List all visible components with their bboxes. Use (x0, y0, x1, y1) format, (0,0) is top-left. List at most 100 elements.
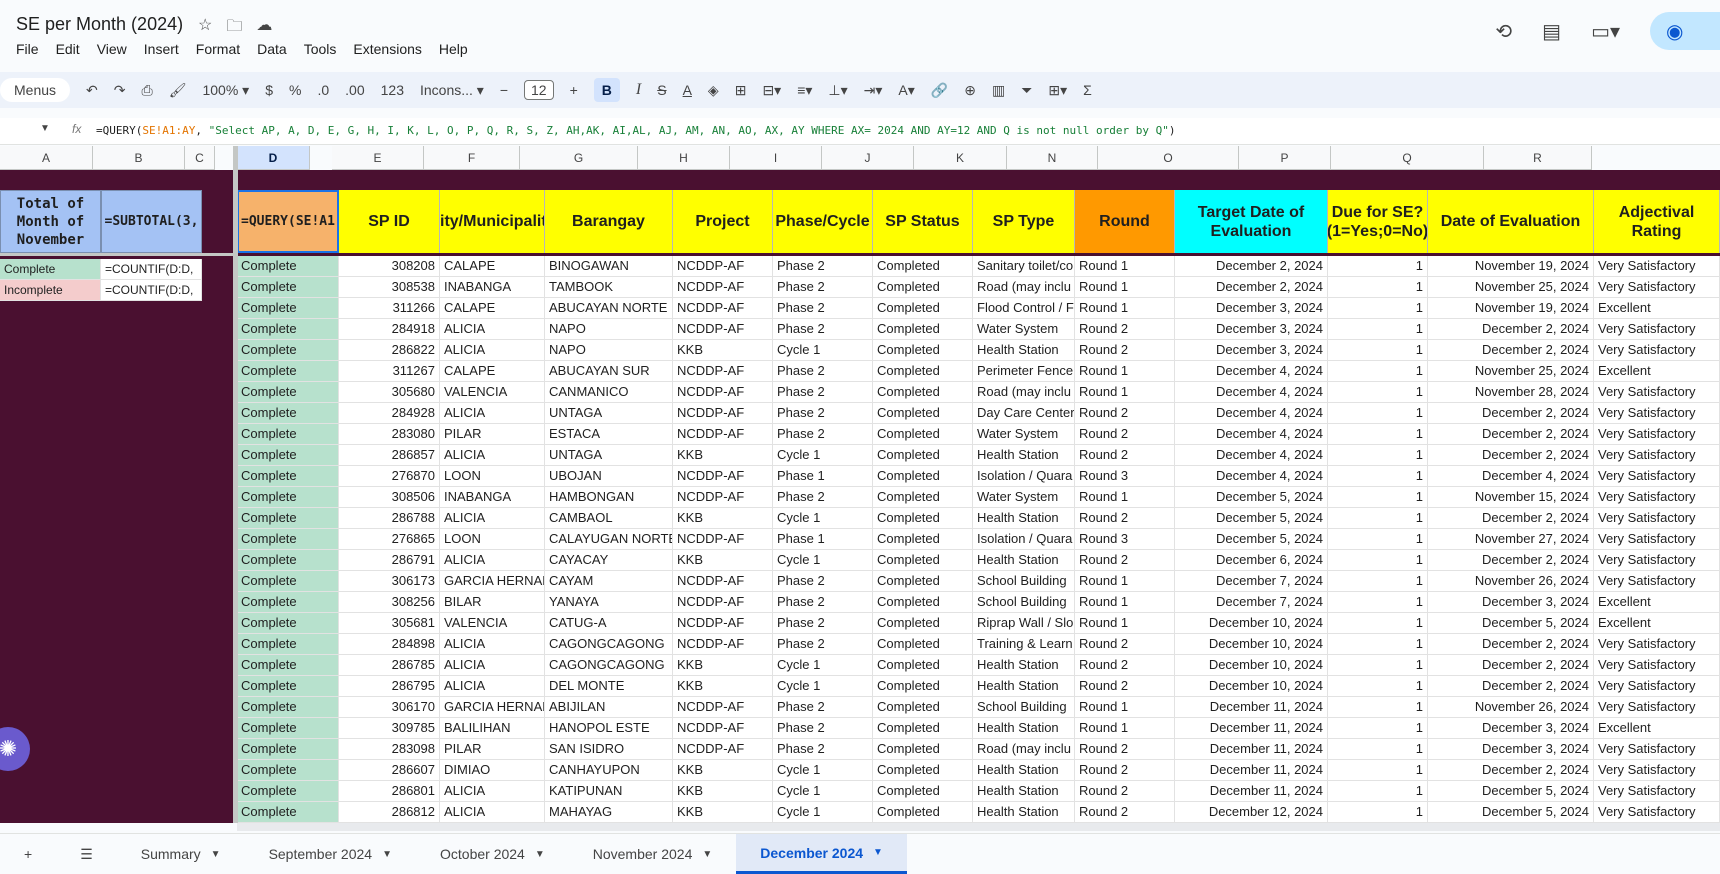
table-cell[interactable]: Completed (873, 613, 973, 634)
table-cell[interactable]: Completed (873, 445, 973, 466)
table-cell[interactable]: Cycle 1 (773, 445, 873, 466)
chevron-down-icon[interactable]: ▼ (535, 849, 545, 860)
table-cell[interactable]: Completed (873, 676, 973, 697)
table-cell[interactable]: KKB (673, 340, 773, 361)
table-cell[interactable]: ALICIA (440, 655, 545, 676)
table-cell[interactable]: Complete (237, 781, 339, 802)
column-header-j[interactable]: J (822, 146, 914, 170)
table-cell[interactable]: Health Station (973, 445, 1075, 466)
table-cell[interactable]: NCDDP-AF (673, 613, 773, 634)
text-wrapping-icon[interactable]: ⇥▾ (864, 82, 883, 99)
table-cell[interactable]: 284928 (339, 403, 440, 424)
table-cell[interactable]: 305680 (339, 382, 440, 403)
table-cell[interactable]: CALAYUGAN NORTE (545, 529, 673, 550)
add-sheet-icon[interactable]: + (0, 834, 56, 874)
table-cell[interactable]: Round 1 (1075, 697, 1175, 718)
table-cell[interactable]: LOON (440, 529, 545, 550)
table-cell[interactable]: 286857 (339, 445, 440, 466)
table-cell[interactable]: December 3, 2024 (1175, 340, 1328, 361)
menu-help[interactable]: Help (439, 41, 468, 57)
table-cell[interactable]: December 5, 2024 (1175, 487, 1328, 508)
table-cell[interactable]: KKB (673, 655, 773, 676)
table-cell[interactable]: 1 (1328, 403, 1428, 424)
table-cell[interactable]: Complete (237, 340, 339, 361)
column-header-q[interactable]: Q (1331, 146, 1484, 170)
table-cell[interactable]: November 15, 2024 (1428, 487, 1594, 508)
table-cell[interactable]: December 7, 2024 (1175, 592, 1328, 613)
table-cell[interactable]: Excellent (1594, 298, 1720, 319)
table-cell[interactable]: Round 2 (1075, 739, 1175, 760)
table-cell[interactable]: December 11, 2024 (1175, 718, 1328, 739)
table-cell[interactable]: Complete (237, 697, 339, 718)
table-cell[interactable]: UNTAGA (545, 403, 673, 424)
table-cell[interactable]: 308506 (339, 487, 440, 508)
table-cell[interactable]: Round 2 (1075, 445, 1175, 466)
table-cell[interactable]: Completed (873, 256, 973, 277)
table-cell[interactable]: Complete (237, 802, 339, 823)
table-cell[interactable]: Phase 2 (773, 361, 873, 382)
header-cell-7[interactable]: SP Type (973, 190, 1075, 253)
table-cell[interactable]: Cycle 1 (773, 655, 873, 676)
header-cell-6[interactable]: SP Status (873, 190, 973, 253)
table-cell[interactable]: VALENCIA (440, 382, 545, 403)
table-cell[interactable]: Completed (873, 277, 973, 298)
table-cell[interactable]: Complete (237, 487, 339, 508)
column-header-b[interactable]: B (93, 146, 185, 170)
table-cell[interactable]: Phase 2 (773, 319, 873, 340)
table-cell[interactable]: Round 2 (1075, 550, 1175, 571)
table-cell[interactable]: Completed (873, 508, 973, 529)
number-format-button[interactable]: 123 (381, 82, 404, 98)
table-cell[interactable]: CAYAM (545, 571, 673, 592)
table-cell[interactable]: Road (may inclu (973, 739, 1075, 760)
table-cell[interactable]: UNTAGA (545, 445, 673, 466)
table-cell[interactable]: Water System (973, 487, 1075, 508)
font-size-input[interactable]: 12 (524, 80, 554, 100)
table-cell[interactable]: Round 1 (1075, 382, 1175, 403)
zoom-select[interactable]: 100% ▾ (202, 82, 249, 99)
table-cell[interactable]: Round 2 (1075, 424, 1175, 445)
table-cell[interactable]: 1 (1328, 676, 1428, 697)
table-cell[interactable]: Completed (873, 592, 973, 613)
table-cell[interactable]: Very Satisfactory (1594, 403, 1720, 424)
table-cell[interactable]: Phase 2 (773, 634, 873, 655)
column-header-g[interactable]: G (520, 146, 638, 170)
table-cell[interactable]: UBOJAN (545, 466, 673, 487)
header-cell-8[interactable]: Round (1075, 190, 1175, 253)
table-cell[interactable]: Phase 2 (773, 424, 873, 445)
table-cell[interactable]: DEL MONTE (545, 676, 673, 697)
table-cell[interactable]: Completed (873, 697, 973, 718)
table-cell[interactable]: Very Satisfactory (1594, 277, 1720, 298)
table-cell[interactable]: Very Satisfactory (1594, 739, 1720, 760)
table-cell[interactable]: Very Satisfactory (1594, 697, 1720, 718)
table-cell[interactable]: Health Station (973, 718, 1075, 739)
table-cell[interactable]: Phase 2 (773, 592, 873, 613)
table-cell[interactable]: Round 1 (1075, 256, 1175, 277)
table-cell[interactable]: Cycle 1 (773, 760, 873, 781)
table-cell[interactable]: November 19, 2024 (1428, 256, 1594, 277)
table-cell[interactable]: November 26, 2024 (1428, 571, 1594, 592)
table-cell[interactable]: December 10, 2024 (1175, 655, 1328, 676)
table-cell[interactable]: Round 2 (1075, 340, 1175, 361)
table-cell[interactable]: Completed (873, 466, 973, 487)
table-cell[interactable]: NCDDP-AF (673, 466, 773, 487)
table-cell[interactable]: December 12, 2024 (1175, 802, 1328, 823)
table-cell[interactable]: Completed (873, 571, 973, 592)
table-cell[interactable]: Road (may inclu (973, 382, 1075, 403)
table-cell[interactable]: Round 1 (1075, 361, 1175, 382)
table-cell[interactable]: Phase 2 (773, 256, 873, 277)
table-cell[interactable]: 283080 (339, 424, 440, 445)
table-cell[interactable]: Round 3 (1075, 529, 1175, 550)
table-cell[interactable]: Very Satisfactory (1594, 340, 1720, 361)
table-cell[interactable]: 308538 (339, 277, 440, 298)
bold-button[interactable]: B (593, 78, 620, 102)
column-header-o[interactable]: O (1098, 146, 1239, 170)
table-cell[interactable]: Completed (873, 760, 973, 781)
table-cell[interactable]: December 2, 2024 (1428, 676, 1594, 697)
table-cell[interactable]: December 5, 2024 (1175, 508, 1328, 529)
table-cell[interactable]: KKB (673, 760, 773, 781)
table-cell[interactable]: 306173 (339, 571, 440, 592)
table-cell[interactable]: Complete (237, 277, 339, 298)
table-cell[interactable]: Very Satisfactory (1594, 424, 1720, 445)
table-cell[interactable]: 276865 (339, 529, 440, 550)
redo-icon[interactable]: ↷ (114, 82, 126, 99)
